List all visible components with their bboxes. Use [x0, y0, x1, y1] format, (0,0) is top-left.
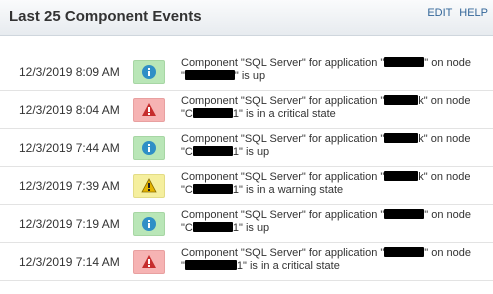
message-start: Component "SQL Server" for application " — [181, 247, 385, 259]
severity-badge — [133, 98, 165, 122]
event-row[interactable]: 12/3/2019 8:04 AM Component "SQL Server"… — [0, 91, 493, 129]
message-end: 1" is up — [232, 222, 270, 234]
node-name-head: "C — [181, 146, 193, 158]
redacted-node — [184, 260, 237, 270]
message-end: 1" is in a critical state — [236, 260, 340, 272]
message-start: Component "SQL Server" for application " — [181, 171, 385, 183]
redacted-application — [384, 133, 419, 143]
message-start: Component "SQL Server" for application " — [181, 209, 385, 221]
redacted-node — [192, 222, 233, 232]
info-icon — [142, 217, 156, 231]
event-timestamp: 12/3/2019 7:14 AM — [19, 255, 120, 269]
message-end: 1" is in a warning state — [232, 184, 344, 196]
event-message[interactable]: Component "SQL Server" for application "… — [181, 209, 481, 235]
widget-header: Last 25 Component Events EDIT HELP — [0, 0, 493, 36]
critical-icon — [142, 103, 156, 116]
severity-badge — [133, 174, 165, 198]
message-start: Component "SQL Server" for application " — [181, 133, 385, 145]
event-row[interactable]: 12/3/2019 7:19 AM Component "SQL Server"… — [0, 205, 493, 243]
component-events-widget: Last 25 Component Events EDIT HELP 12/3/… — [0, 0, 493, 294]
event-message[interactable]: Component "SQL Server" for application "… — [181, 57, 481, 83]
redacted-application — [384, 209, 425, 219]
event-row[interactable]: 12/3/2019 8:09 AM Component "SQL Server"… — [0, 53, 493, 91]
event-row[interactable]: 12/3/2019 7:14 AM Component "SQL Server"… — [0, 243, 493, 281]
event-message[interactable]: Component "SQL Server" for application "… — [181, 171, 481, 197]
warning-icon — [141, 178, 157, 193]
message-mid: " on node — [424, 247, 472, 259]
node-name-head: "C — [181, 108, 193, 120]
header-links: EDIT HELP — [423, 7, 488, 19]
message-end: 1" is in a critical state — [232, 108, 336, 120]
redacted-application — [384, 57, 425, 67]
node-name-head: "C — [181, 222, 193, 234]
message-mid: " on node — [423, 133, 471, 145]
event-timestamp: 12/3/2019 7:19 AM — [19, 217, 120, 231]
event-timestamp: 12/3/2019 8:04 AM — [19, 103, 120, 117]
redacted-node — [192, 184, 233, 194]
redacted-node — [192, 108, 233, 118]
message-mid: " on node — [423, 95, 471, 107]
event-message[interactable]: Component "SQL Server" for application "… — [181, 247, 481, 273]
message-start: Component "SQL Server" for application " — [181, 57, 385, 69]
message-mid: " on node — [424, 209, 472, 221]
event-message[interactable]: Component "SQL Server" for application "… — [181, 95, 481, 121]
message-mid: " on node — [423, 171, 471, 183]
redacted-application — [384, 247, 425, 257]
severity-badge — [133, 250, 165, 274]
event-timestamp: 12/3/2019 7:39 AM — [19, 179, 120, 193]
event-list: 12/3/2019 8:09 AM Component "SQL Server"… — [0, 53, 493, 281]
message-start: Component "SQL Server" for application " — [181, 95, 385, 107]
severity-badge — [133, 136, 165, 160]
event-row[interactable]: 12/3/2019 7:44 AM Component "SQL Server"… — [0, 129, 493, 167]
severity-badge — [133, 60, 165, 84]
severity-badge — [133, 212, 165, 236]
event-timestamp: 12/3/2019 7:44 AM — [19, 141, 120, 155]
redacted-application — [384, 171, 419, 181]
edit-link[interactable]: EDIT — [427, 7, 452, 19]
message-end: " is up — [234, 70, 266, 82]
help-link[interactable]: HELP — [459, 7, 488, 19]
message-end: 1" is up — [232, 146, 270, 158]
event-timestamp: 12/3/2019 8:09 AM — [19, 65, 120, 79]
info-icon — [142, 141, 156, 155]
message-mid: " on node — [424, 57, 472, 69]
node-name-head: "C — [181, 184, 193, 196]
info-icon — [142, 65, 156, 79]
redacted-application — [384, 95, 419, 105]
redacted-node — [192, 146, 233, 156]
event-row[interactable]: 12/3/2019 7:39 AM Component "SQL Server"… — [0, 167, 493, 205]
critical-icon — [142, 255, 156, 268]
event-message[interactable]: Component "SQL Server" for application "… — [181, 133, 481, 159]
redacted-node — [184, 70, 235, 80]
widget-title: Last 25 Component Events — [9, 8, 202, 25]
